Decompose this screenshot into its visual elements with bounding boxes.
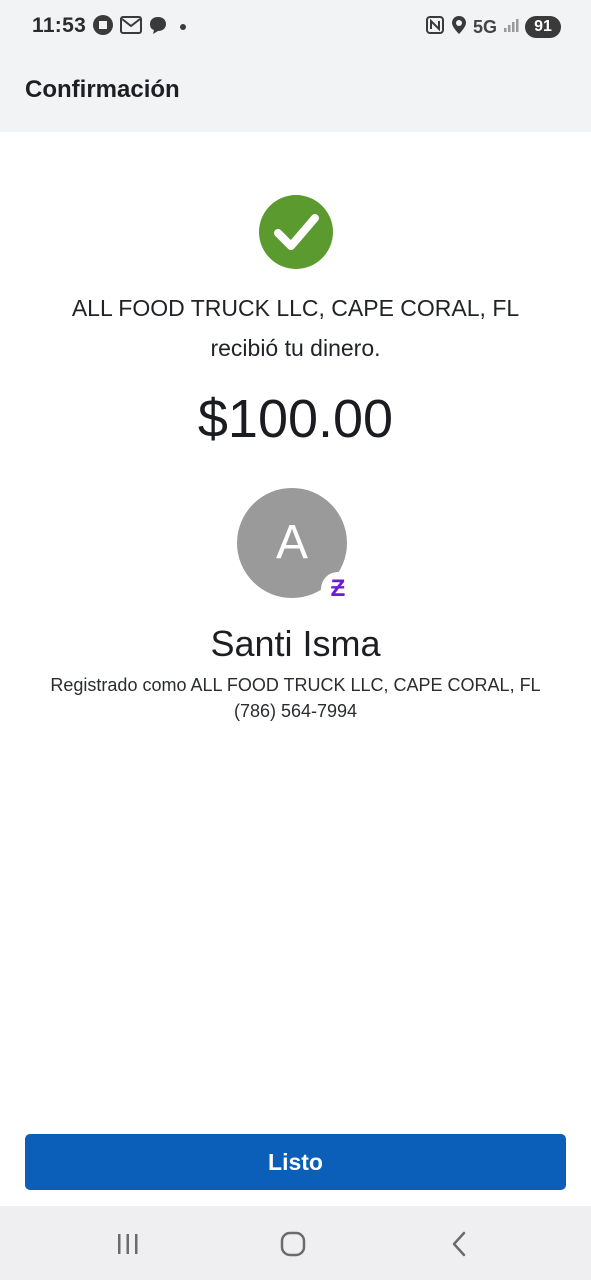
recipient-name: ALL FOOD TRUCK LLC, CAPE CORAL, FL [71,295,520,321]
contact-name: Santi Isma [210,623,381,664]
signal-icon [503,17,519,38]
recent-apps-icon[interactable] [108,1224,148,1264]
payment-amount: $100.00 [197,389,394,449]
gmail-icon [120,15,142,39]
home-icon[interactable] [273,1224,313,1264]
status-time: 11:53 [32,14,87,37]
location-icon [451,15,467,40]
nfc-icon [425,15,445,40]
network-label: 5G [472,16,497,37]
zelle-badge-icon: Ƶ [321,572,355,606]
battery-indicator: 91 [525,16,561,38]
back-icon[interactable] [440,1224,480,1264]
notification-dot-icon [180,24,186,30]
chat-icon [148,15,168,40]
status-right-icons: 5G 91 [425,14,561,40]
status-left-icons [92,14,186,40]
registered-as-text: Registrado como ALL FOOD TRUCK LLC, CAPE… [50,675,541,695]
status-bar: 11:53 5G 91 [0,0,591,56]
app-header: Confirmación [0,56,591,132]
done-button[interactable]: Listo [25,1134,566,1190]
page-title: Confirmación [25,76,180,103]
received-message: recibió tu dinero. [210,335,381,361]
checkmark-success-icon [258,194,334,270]
system-nav-bar [0,1206,591,1280]
contact-phone: (786) 564-7994 [233,701,358,721]
chase-icon [92,14,114,41]
confirmation-content: ALL FOOD TRUCK LLC, CAPE CORAL, FL recib… [0,132,591,1132]
